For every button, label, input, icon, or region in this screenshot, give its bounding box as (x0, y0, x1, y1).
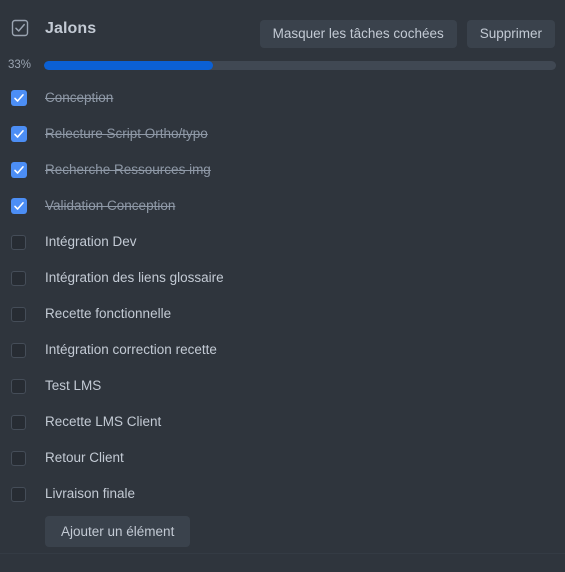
task-label: Conception (45, 90, 114, 105)
task-label: Retour Client (45, 450, 124, 465)
task-row[interactable]: Intégration Dev (0, 224, 565, 260)
add-item-row: Ajouter un élément (0, 516, 565, 548)
task-checkbox-unchecked-icon[interactable] (11, 307, 26, 322)
task-list: Conception Relecture Script Ortho/typo Rec… (0, 80, 565, 512)
task-label: Recette fonctionnelle (45, 306, 172, 321)
task-checkbox-unchecked-icon[interactable] (11, 343, 26, 358)
task-row[interactable]: Retour Client (0, 440, 565, 476)
task-checkbox-unchecked-icon[interactable] (11, 235, 26, 250)
task-checkbox-unchecked-icon[interactable] (11, 451, 26, 466)
checklist-panel: Jalons Masquer les tâches cochées Suppri… (0, 0, 565, 572)
task-row[interactable]: Relecture Script Ortho/typo (0, 116, 565, 152)
task-checkbox-checked-icon[interactable] (11, 198, 27, 214)
header-actions: Masquer les tâches cochées Supprimer (259, 20, 555, 48)
task-label: Relecture Script Ortho/typo (45, 126, 208, 141)
progress-percent-label: 33% (8, 59, 32, 71)
task-label: Livraison finale (45, 486, 136, 501)
task-row[interactable]: Recherche Ressources img (0, 152, 565, 188)
task-row[interactable]: Conception (0, 80, 565, 116)
task-label: Recette LMS Client (45, 414, 162, 429)
task-row[interactable]: Recette LMS Client (0, 404, 565, 440)
panel-header: Jalons Masquer les tâches cochées Suppri… (0, 0, 565, 54)
task-label: Test LMS (45, 378, 102, 393)
delete-button[interactable]: Supprimer (466, 20, 555, 48)
task-row[interactable]: Test LMS (0, 368, 565, 404)
task-row[interactable]: Intégration correction recette (0, 332, 565, 368)
task-row[interactable]: Recette fonctionnelle (0, 296, 565, 332)
task-checkbox-unchecked-icon[interactable] (11, 271, 26, 286)
task-checkbox-unchecked-icon[interactable] (11, 487, 26, 502)
task-label: Intégration des liens glossaire (45, 270, 224, 285)
hide-checked-tasks-button[interactable]: Masquer les tâches cochées (259, 20, 457, 48)
task-label: Intégration correction recette (45, 342, 217, 357)
progress-bar-fill (44, 61, 213, 70)
task-row[interactable]: Validation Conception (0, 188, 565, 224)
task-label: Intégration Dev (45, 234, 137, 249)
task-row[interactable]: Livraison finale (0, 476, 565, 512)
task-checkbox-checked-icon[interactable] (11, 90, 27, 106)
task-label: Recherche Ressources img (45, 162, 211, 177)
task-checkbox-unchecked-icon[interactable] (11, 379, 26, 394)
task-checkbox-checked-icon[interactable] (11, 162, 27, 178)
progress-row: 33% (0, 59, 565, 73)
task-row[interactable]: Intégration des liens glossaire (0, 260, 565, 296)
bottom-divider (0, 553, 565, 554)
task-label: Validation Conception (45, 198, 176, 213)
page-title: Jalons (45, 20, 97, 37)
task-checkbox-checked-icon[interactable] (11, 126, 27, 142)
checkbox-checked-icon (11, 19, 29, 37)
task-checkbox-unchecked-icon[interactable] (11, 415, 26, 430)
progress-bar-track (44, 61, 556, 70)
add-item-button[interactable]: Ajouter un élément (45, 516, 191, 547)
